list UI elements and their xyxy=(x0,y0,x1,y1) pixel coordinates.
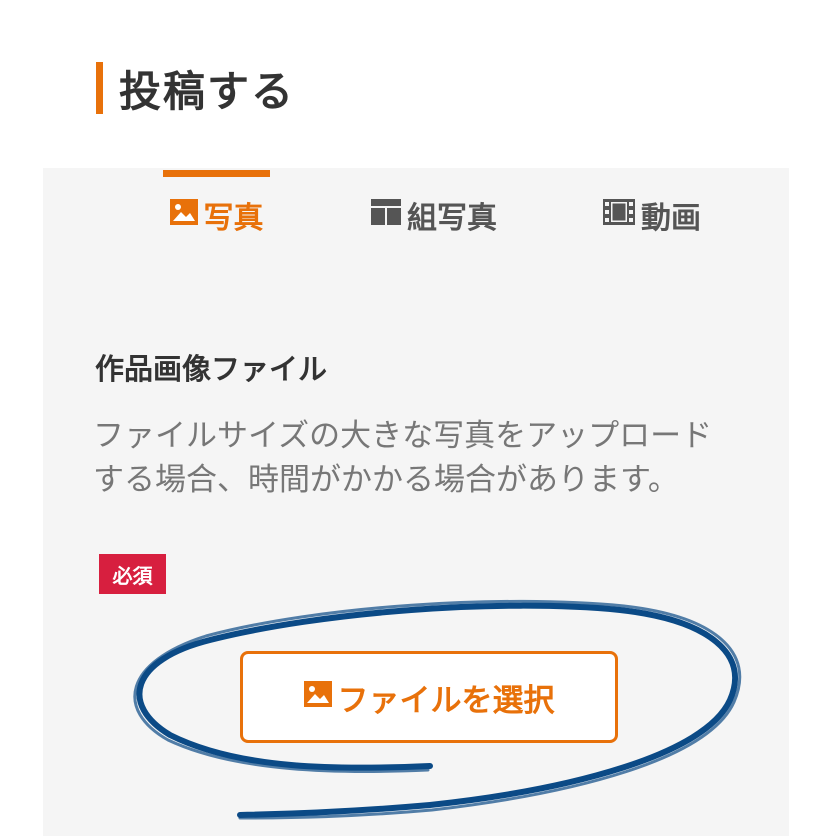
select-file-label: ファイルを選択 xyxy=(337,682,555,719)
field-description-line: する場合、時間がかかる場合があります。 xyxy=(93,462,679,498)
image-icon xyxy=(169,198,198,233)
post-form-panel: 写真 組写真 動画 作品画像ファイル ファイルサイズの大きな写真をアップロード … xyxy=(43,168,789,836)
page-header: 投稿する xyxy=(96,62,295,116)
tab-video-label: 動画 xyxy=(641,201,701,236)
post-type-tabs: 写真 組写真 動画 xyxy=(43,168,789,258)
field-description: ファイルサイズの大きな写真をアップロード する場合、時間がかかる場合があります。 xyxy=(93,414,733,502)
tab-photo-label: 写真 xyxy=(203,201,264,236)
header-accent-bar xyxy=(96,62,103,114)
field-description-line: ファイルサイズの大きな写真をアップロード xyxy=(93,418,713,454)
select-file-button[interactable]: ファイルを選択 xyxy=(240,651,618,743)
grid-icon xyxy=(371,198,401,233)
tab-photo-set[interactable]: 組写真 xyxy=(367,170,501,260)
tab-video[interactable]: 動画 xyxy=(599,170,705,260)
image-icon xyxy=(303,679,332,715)
field-label: 作品画像ファイル xyxy=(95,352,328,386)
page-root: 投稿する 写真 組写真 動画 作品画像ファイル ファイルサイズの大きな写真をアッ… xyxy=(0,0,836,836)
page-title: 投稿する xyxy=(119,66,296,116)
film-icon xyxy=(603,198,635,233)
tab-photo-set-label: 組写真 xyxy=(407,201,497,236)
required-badge: 必須 xyxy=(99,554,166,594)
tab-photo[interactable]: 写真 xyxy=(163,170,270,260)
